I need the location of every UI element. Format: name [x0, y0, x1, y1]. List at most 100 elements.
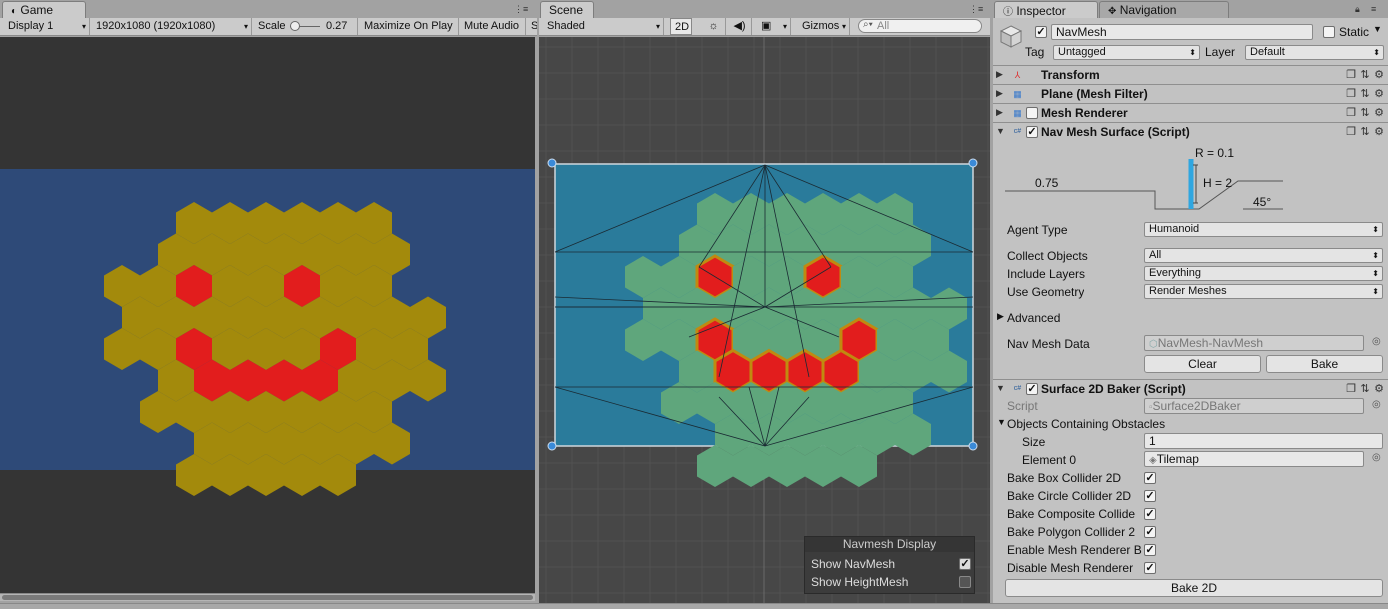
gear-icon[interactable]: ⚙ — [1372, 87, 1386, 100]
gear-icon[interactable]: ⚙ — [1372, 382, 1386, 395]
mute-audio-toggle[interactable]: Mute Audio — [460, 18, 526, 35]
tab-inspector[interactable]: ⓘ Inspector — [994, 1, 1098, 19]
rect-handle[interactable] — [968, 158, 978, 168]
component-mesh-filter[interactable]: ▶ ▦ Plane (Mesh Filter) ❐ ⇅ ⚙ — [993, 84, 1388, 103]
stats-toggle[interactable]: S — [527, 18, 537, 35]
display-dropdown[interactable]: Display 1 ▾ — [4, 18, 90, 35]
foldout-collapsed-icon[interactable]: ▶ — [996, 69, 1003, 80]
panel-menu-icon[interactable]: ⋮≡ — [514, 4, 528, 15]
object-picker-icon[interactable]: ◎ — [1372, 336, 1381, 347]
element-0-field[interactable]: ◈Tilemap — [1144, 451, 1364, 467]
2d-mode-toggle[interactable]: 2D — [670, 18, 692, 35]
tab-scene[interactable]: Scene — [540, 1, 594, 19]
game-scrollbar[interactable] — [0, 593, 535, 601]
effects-icon[interactable]: ▣ ▾ — [757, 18, 791, 35]
bake-box-collider-checkbox[interactable]: ✓ — [1144, 472, 1156, 484]
preset-icon[interactable]: ⇅ — [1358, 87, 1372, 100]
panel-menu-icon[interactable]: ⋮≡ — [969, 4, 983, 15]
gear-icon[interactable]: ⚙ — [1372, 125, 1386, 138]
help-icon[interactable]: ❐ — [1344, 382, 1358, 395]
show-navmesh-label: Show NavMesh — [811, 557, 896, 571]
game-viewport[interactable] — [0, 37, 535, 593]
lock-icon[interactable]: 🔒︎ — [1355, 4, 1360, 15]
game-scrollbar-thumb[interactable] — [2, 595, 533, 600]
dropdown-arrow-icon: ⬍ — [1372, 251, 1379, 260]
collect-objects-dropdown[interactable]: All ⬍ — [1144, 248, 1383, 263]
preset-icon[interactable]: ⇅ — [1358, 125, 1372, 138]
preset-icon[interactable]: ⇅ — [1358, 68, 1372, 81]
active-checkbox[interactable]: ✓ — [1035, 26, 1047, 38]
foldout-expanded-icon[interactable]: ▼ — [997, 417, 1006, 427]
foldout-expanded-icon[interactable]: ▼ — [996, 383, 1005, 393]
preset-icon[interactable]: ⇅ — [1358, 106, 1372, 119]
audio-icon[interactable]: ◀) — [728, 18, 752, 35]
component-transform[interactable]: ▶ ⅄ Transform ❐ ⇅ ⚙ — [993, 65, 1388, 84]
gizmos-dropdown[interactable]: Gizmos ▾ — [798, 18, 850, 35]
tab-navigation[interactable]: ✥ Navigation — [1099, 1, 1229, 19]
agent-slope-label: 45° — [1253, 195, 1272, 209]
panel-menu-icon[interactable]: ≡ — [1371, 4, 1376, 14]
slider-handle[interactable] — [290, 21, 300, 31]
surface-2d-baker-enabled-checkbox[interactable]: ✓ — [1026, 383, 1038, 395]
advanced-foldout[interactable]: Advanced — [1007, 311, 1060, 325]
preset-icon[interactable]: ⇅ — [1358, 382, 1372, 395]
scale-slider[interactable]: Scale 0.27 — [254, 18, 358, 35]
nav-mesh-data-field[interactable]: ⬡NavMesh-NavMesh — [1144, 335, 1364, 351]
tag-label: Tag — [1025, 45, 1045, 59]
mesh-renderer-enabled-checkbox[interactable] — [1026, 107, 1038, 119]
help-icon[interactable]: ❐ — [1344, 68, 1358, 81]
gear-icon[interactable]: ⚙ — [1372, 68, 1386, 81]
layer-dropdown[interactable]: Default ⬍ — [1245, 45, 1384, 60]
tab-game[interactable]: ◐ Game — [2, 1, 86, 19]
layer-label: Layer — [1205, 45, 1236, 59]
objects-obstacles-foldout[interactable]: Objects Containing Obstacles — [1007, 417, 1165, 431]
enable-mesh-renderer-label: Enable Mesh Renderer B — [1007, 543, 1142, 557]
dropdown-arrow-icon: ⬍ — [1189, 48, 1196, 57]
static-checkbox[interactable] — [1323, 26, 1335, 38]
scene-viewport[interactable]: Navmesh Display Show NavMesh ✓ Show Heig… — [539, 37, 990, 603]
help-icon[interactable]: ❐ — [1344, 125, 1358, 138]
bake-button[interactable]: Bake — [1266, 355, 1383, 373]
lighting-icon[interactable]: ☼ — [702, 18, 726, 35]
mesh-renderer-icon: ▦ — [1013, 108, 1022, 118]
nav-mesh-surface-enabled-checkbox[interactable]: ✓ — [1026, 126, 1038, 138]
object-name-input[interactable]: NavMesh — [1051, 24, 1313, 40]
size-input[interactable]: 1 — [1144, 433, 1383, 449]
gear-icon[interactable]: ⚙ — [1372, 106, 1386, 119]
foldout-collapsed-icon[interactable]: ▶ — [996, 88, 1003, 99]
rect-handle[interactable] — [547, 441, 557, 451]
help-icon[interactable]: ❐ — [1344, 87, 1358, 100]
object-picker-icon[interactable]: ◎ — [1372, 452, 1381, 463]
scene-search-input[interactable]: ⌕▾ All — [858, 19, 982, 33]
disable-mesh-renderer-checkbox[interactable]: ✓ — [1144, 562, 1156, 574]
foldout-collapsed-icon[interactable]: ▶ — [997, 311, 1004, 322]
bake-2d-button[interactable]: Bake 2D — [1005, 579, 1383, 597]
rect-handle[interactable] — [968, 441, 978, 451]
show-heightmesh-checkbox[interactable] — [959, 576, 971, 588]
bake-composite-collider-checkbox[interactable]: ✓ — [1144, 508, 1156, 520]
static-dropdown-icon[interactable]: ▼ — [1373, 24, 1382, 34]
use-geometry-dropdown[interactable]: Render Meshes ⬍ — [1144, 284, 1383, 299]
foldout-expanded-icon[interactable]: ▼ — [996, 126, 1005, 136]
component-nav-mesh-surface[interactable]: ▼ c# ✓ Nav Mesh Surface (Script) ❐ ⇅ ⚙ — [993, 122, 1388, 141]
rect-handle[interactable] — [547, 158, 557, 168]
show-navmesh-checkbox[interactable]: ✓ — [959, 558, 971, 570]
include-layers-dropdown[interactable]: Everything ⬍ — [1144, 266, 1383, 281]
component-mesh-renderer[interactable]: ▶ ▦ Mesh Renderer ❐ ⇅ ⚙ — [993, 103, 1388, 122]
resolution-dropdown[interactable]: 1920x1080 (1920x1080) ▾ — [92, 18, 252, 35]
bake-polygon-collider-checkbox[interactable]: ✓ — [1144, 526, 1156, 538]
shading-mode-dropdown[interactable]: Shaded ▾ — [543, 18, 664, 35]
help-icon[interactable]: ❐ — [1344, 106, 1358, 119]
agent-step-label: 0.75 — [1035, 176, 1059, 190]
enable-mesh-renderer-checkbox[interactable]: ✓ — [1144, 544, 1156, 556]
gameobject-cube-icon — [999, 24, 1023, 48]
component-surface-2d-baker[interactable]: ▼ c# ✓ Surface 2D Baker (Script) ❐ ⇅ ⚙ — [993, 379, 1388, 398]
navigation-icon: ✥ — [1108, 6, 1117, 17]
bake-circle-collider-checkbox[interactable]: ✓ — [1144, 490, 1156, 502]
clear-button[interactable]: Clear — [1144, 355, 1261, 373]
size-label: Size — [1022, 435, 1046, 449]
agent-type-dropdown[interactable]: Humanoid ⬍ — [1144, 222, 1383, 237]
foldout-collapsed-icon[interactable]: ▶ — [996, 107, 1003, 118]
maximize-on-play-toggle[interactable]: Maximize On Play — [360, 18, 459, 35]
tag-dropdown[interactable]: Untagged ⬍ — [1053, 45, 1200, 60]
